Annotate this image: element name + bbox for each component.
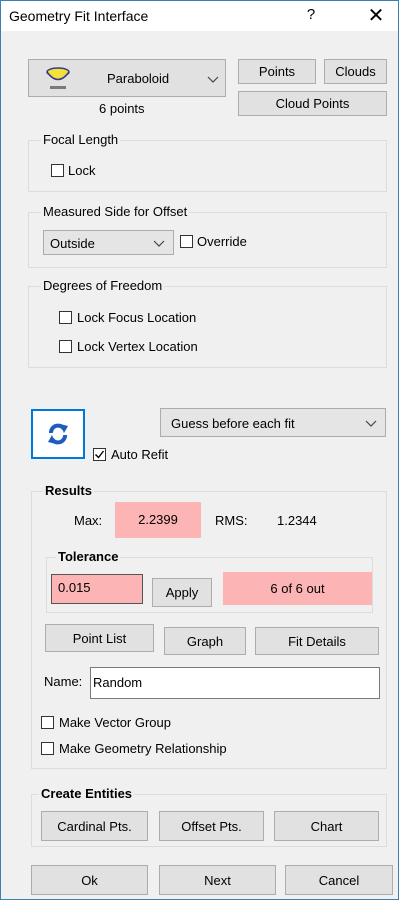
degrees-of-freedom-title: Degrees of Freedom — [41, 278, 165, 293]
results-title: Results — [43, 483, 94, 498]
point-list-button[interactable]: Point List — [45, 624, 154, 652]
max-label: Max: — [74, 513, 103, 528]
window-title: Geometry Fit Interface — [9, 8, 149, 24]
measured-side-dropdown[interactable]: Outside — [43, 230, 174, 255]
tolerance-out-status: 6 of 6 out — [223, 572, 372, 605]
name-field[interactable]: Random — [90, 667, 380, 699]
geometry-fit-window: Geometry Fit Interface ? ✕ Paraboloid 6 … — [0, 0, 399, 900]
focal-length-title: Focal Length — [41, 132, 121, 147]
cloud-points-button[interactable]: Cloud Points — [238, 91, 387, 116]
rms-value: 1.2344 — [277, 513, 317, 528]
lock-checkbox[interactable] — [51, 164, 64, 177]
close-button[interactable]: ✕ — [356, 3, 396, 29]
help-button[interactable]: ? — [301, 6, 321, 23]
title-bar[interactable]: Geometry Fit Interface ? ✕ — [1, 1, 398, 31]
chevron-down-icon — [153, 240, 165, 247]
fit-details-button[interactable]: Fit Details — [255, 627, 379, 655]
measured-side-value: Outside — [50, 236, 95, 251]
paraboloid-icon — [43, 67, 73, 94]
lock-label: Lock — [68, 163, 96, 178]
make-vector-group-label: Make Vector Group — [59, 715, 171, 730]
override-checkbox[interactable] — [180, 235, 193, 248]
measured-side-title: Measured Side for Offset — [41, 204, 190, 219]
auto-refit-label: Auto Refit — [111, 447, 169, 462]
make-geometry-relationship-checkbox[interactable] — [41, 742, 54, 755]
next-button[interactable]: Next — [159, 865, 276, 895]
chart-button[interactable]: Chart — [274, 811, 379, 841]
tolerance-title: Tolerance — [56, 549, 121, 564]
ok-button[interactable]: Ok — [31, 865, 148, 895]
offset-pts-button[interactable]: Offset Pts. — [159, 811, 264, 841]
chevron-down-icon — [365, 420, 377, 427]
tolerance-input[interactable]: 0.015 — [51, 574, 143, 604]
guess-mode-value: Guess before each fit — [171, 416, 295, 431]
name-value: Random — [93, 675, 143, 690]
rms-label: RMS: — [215, 513, 248, 528]
lock-vertex-label: Lock Vertex Location — [77, 339, 198, 354]
apply-button[interactable]: Apply — [152, 578, 212, 607]
graph-button[interactable]: Graph — [164, 627, 246, 655]
cardinal-pts-button[interactable]: Cardinal Pts. — [41, 811, 148, 841]
geometry-type-label: Paraboloid — [107, 71, 170, 86]
override-label: Override — [197, 234, 247, 249]
lock-focus-label: Lock Focus Location — [77, 310, 197, 325]
lock-focus-checkbox[interactable] — [59, 311, 72, 324]
make-geometry-relationship-label: Make Geometry Relationship — [59, 741, 227, 756]
make-vector-group-checkbox[interactable] — [41, 716, 54, 729]
points-button[interactable]: Points — [238, 59, 316, 84]
refit-button[interactable] — [31, 409, 85, 459]
chevron-down-icon — [207, 76, 219, 83]
points-count: 6 points — [99, 101, 145, 116]
clouds-button[interactable]: Clouds — [324, 59, 387, 84]
cancel-button[interactable]: Cancel — [285, 865, 393, 895]
max-value: 2.2399 — [115, 502, 201, 538]
degrees-of-freedom-group — [28, 286, 387, 368]
auto-refit-checkbox[interactable] — [93, 448, 106, 461]
geometry-type-dropdown[interactable]: Paraboloid — [28, 59, 226, 97]
name-label: Name: — [44, 674, 83, 689]
guess-mode-dropdown[interactable]: Guess before each fit — [160, 408, 386, 437]
refresh-icon — [48, 423, 68, 445]
create-entities-title: Create Entities — [39, 786, 135, 801]
lock-vertex-checkbox[interactable] — [59, 340, 72, 353]
checkmark-icon — [95, 450, 105, 459]
